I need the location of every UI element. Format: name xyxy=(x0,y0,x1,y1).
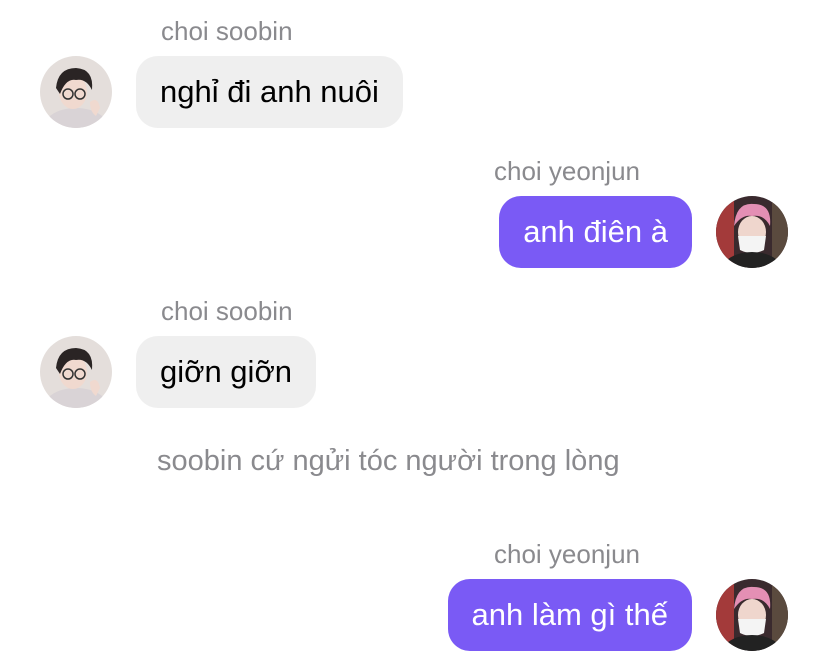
soobin-avatar-icon[interactable] xyxy=(40,56,112,128)
sender-name: choi yeonjun xyxy=(494,539,640,569)
yeonjun-avatar-icon[interactable] xyxy=(716,196,788,268)
message-bubble[interactable]: anh làm gì thế xyxy=(447,579,692,651)
narration-text: soobin cứ ngửi tóc người trong lòng xyxy=(157,445,620,477)
sender-name: choi yeonjun xyxy=(494,156,640,186)
message-bubble[interactable]: anh điên à xyxy=(499,196,692,268)
message-bubble[interactable]: giỡn giỡn xyxy=(136,336,317,408)
message-bubble[interactable]: nghỉ đi anh nuôi xyxy=(136,56,403,128)
sender-name: choi soobin xyxy=(161,296,293,326)
sender-name: choi soobin xyxy=(161,16,293,46)
soobin-avatar-icon[interactable] xyxy=(40,336,112,408)
yeonjun-avatar-icon[interactable] xyxy=(716,579,788,651)
